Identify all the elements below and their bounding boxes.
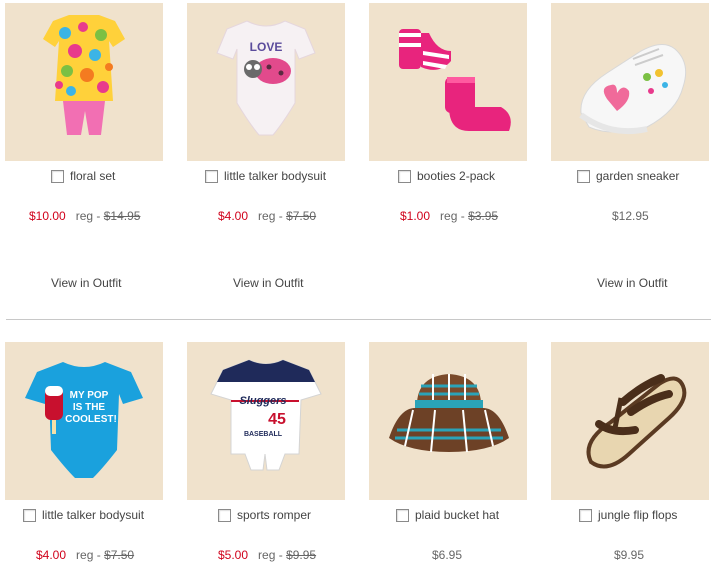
- product-name[interactable]: plaid bucket hat: [415, 508, 499, 522]
- select-checkbox[interactable]: [218, 508, 231, 522]
- product-card: [5, 3, 165, 161]
- reg-price: $7.50: [104, 548, 135, 562]
- romper-number: 45: [268, 411, 286, 428]
- product-price: $10.00 reg - $14.95: [29, 209, 140, 223]
- romper-image[interactable]: Sluggers 45 BASEBALL: [187, 342, 345, 500]
- reg-label: reg -: [75, 209, 104, 223]
- sneaker-image[interactable]: [551, 3, 709, 161]
- reg-label: reg -: [440, 209, 469, 223]
- sale-price: $10.00: [29, 209, 66, 223]
- product-name-row: little talker bodysuit: [205, 169, 326, 183]
- booties-image[interactable]: [369, 3, 527, 161]
- product-name[interactable]: sports romper: [237, 508, 311, 522]
- sale-price: $5.00: [218, 548, 249, 562]
- sale-price: $4.00: [36, 548, 67, 562]
- reg-label: reg -: [258, 209, 287, 223]
- floral-set-image[interactable]: [5, 3, 163, 161]
- product-price: $9.95: [614, 548, 645, 562]
- reg-price: $7.50: [286, 209, 317, 223]
- product-name[interactable]: booties 2-pack: [417, 169, 495, 183]
- pop-line-1: MY POP: [70, 390, 109, 401]
- product-price: $6.95: [432, 548, 463, 562]
- ladybug-bodysuit-image[interactable]: LOVE: [187, 3, 345, 161]
- product-card: [369, 3, 529, 161]
- select-checkbox[interactable]: [579, 508, 592, 522]
- view-in-outfit-link[interactable]: View in Outfit: [233, 276, 303, 290]
- product-name-row: little talker bodysuit: [23, 508, 144, 522]
- product-name[interactable]: little talker bodysuit: [42, 508, 144, 522]
- select-checkbox[interactable]: [205, 169, 218, 183]
- product-name-row: jungle flip flops: [579, 508, 677, 522]
- product-card: LOVE: [187, 3, 347, 161]
- product-price: $4.00 reg - $7.50: [218, 209, 316, 223]
- product-name[interactable]: floral set: [70, 169, 115, 183]
- product-name-row: plaid bucket hat: [396, 508, 499, 522]
- select-checkbox[interactable]: [577, 169, 590, 183]
- pop-line-3: COOLEST!: [65, 414, 117, 425]
- product-price: $5.00 reg - $9.95: [218, 548, 316, 562]
- product-name-row: booties 2-pack: [398, 169, 495, 183]
- product-name[interactable]: garden sneaker: [596, 169, 679, 183]
- product-card: Sluggers 45 BASEBALL: [187, 342, 347, 500]
- product-card: [551, 342, 711, 500]
- product-name-row: floral set: [51, 169, 115, 183]
- reg-label: reg -: [258, 548, 287, 562]
- product-price: $1.00 reg - $3.95: [400, 209, 498, 223]
- select-checkbox[interactable]: [51, 169, 64, 183]
- flip-flops-image[interactable]: [551, 342, 709, 500]
- product-card: [551, 3, 711, 161]
- product-name-row: sports romper: [218, 508, 311, 522]
- product-card: [369, 342, 529, 500]
- product-name-row: garden sneaker: [577, 169, 679, 183]
- product-price: $4.00 reg - $7.50: [36, 548, 134, 562]
- love-text: LOVE: [250, 40, 283, 54]
- reg-price: $9.95: [286, 548, 317, 562]
- select-checkbox[interactable]: [398, 169, 411, 183]
- product-name[interactable]: little talker bodysuit: [224, 169, 326, 183]
- pop-bodysuit-image[interactable]: MY POP IS THE COOLEST!: [5, 342, 163, 500]
- row-divider: [6, 319, 711, 320]
- reg-label: reg -: [76, 548, 105, 562]
- select-checkbox[interactable]: [396, 508, 409, 522]
- romper-sport: BASEBALL: [244, 431, 283, 438]
- pop-line-2: IS THE: [73, 402, 106, 413]
- reg-price: $14.95: [103, 209, 141, 223]
- select-checkbox[interactable]: [23, 508, 36, 522]
- sale-price: $1.00: [400, 209, 431, 223]
- romper-team: Sluggers: [239, 395, 286, 407]
- view-in-outfit-link[interactable]: View in Outfit: [597, 276, 667, 290]
- product-price: $12.95: [612, 209, 649, 223]
- reg-price: $3.95: [468, 209, 499, 223]
- view-in-outfit-link[interactable]: View in Outfit: [51, 276, 121, 290]
- sale-price: $4.00: [218, 209, 249, 223]
- product-card: MY POP IS THE COOLEST!: [5, 342, 165, 500]
- bucket-hat-image[interactable]: [369, 342, 527, 500]
- product-name[interactable]: jungle flip flops: [598, 508, 677, 522]
